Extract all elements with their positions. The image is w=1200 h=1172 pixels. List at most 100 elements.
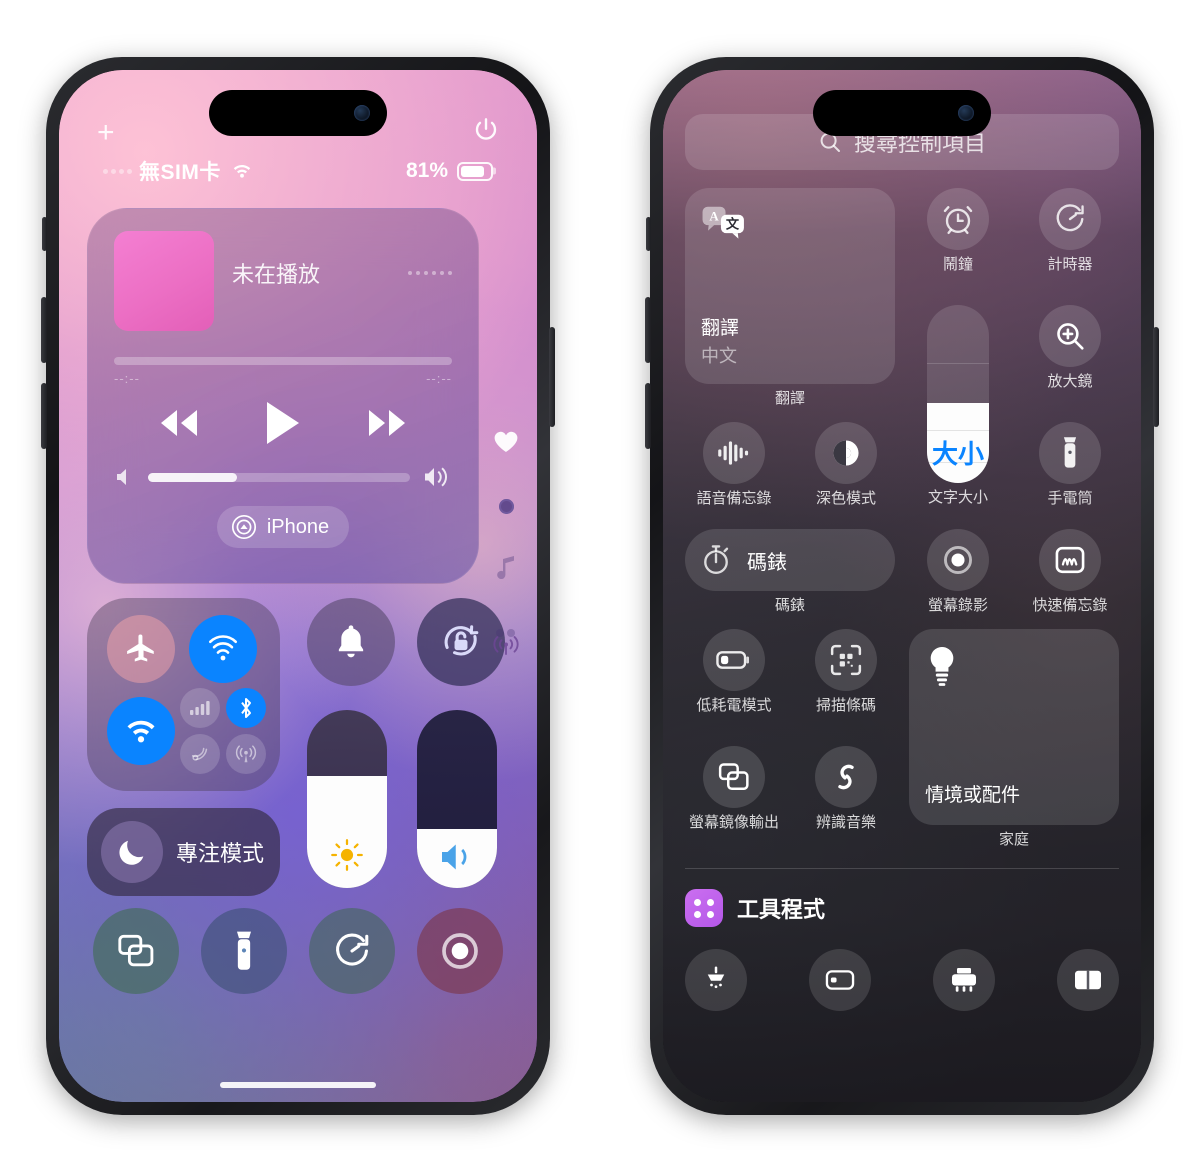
fast-forward-icon[interactable] xyxy=(360,406,414,440)
dynamic-island-right xyxy=(813,90,991,136)
volume-down-button-right[interactable] xyxy=(645,383,651,449)
volume-up-button-right[interactable] xyxy=(645,297,651,363)
media-volume-slider[interactable] xyxy=(114,466,452,488)
front-camera-icon xyxy=(354,105,370,121)
stopwatch-pill[interactable]: 碼錶 xyxy=(685,529,895,592)
timer-icon[interactable] xyxy=(309,908,395,994)
alarm-label: 鬧鐘 xyxy=(942,256,973,273)
album-artwork xyxy=(114,231,214,331)
waveform-icon[interactable] xyxy=(703,421,765,484)
utilities-divider xyxy=(685,868,1119,870)
alarm-clock-icon[interactable] xyxy=(927,188,989,250)
tile-screen-mirroring: 螢幕鏡像輸出 xyxy=(685,745,783,849)
ring-silent-toggle[interactable] xyxy=(307,598,395,686)
screen-mirroring-icon[interactable] xyxy=(93,908,179,994)
shower-icon[interactable] xyxy=(685,949,747,1012)
lightbulb-icon xyxy=(930,646,954,686)
add-control-button[interactable]: + xyxy=(97,118,115,148)
focus-mode-label: 專注模式 xyxy=(176,841,265,866)
tile-home: 情境或配件 家庭 xyxy=(909,628,1119,849)
magnifier-icon[interactable] xyxy=(1039,304,1101,367)
power-icon[interactable] xyxy=(471,115,501,145)
recognize-music-label: 辨識音樂 xyxy=(815,813,876,831)
translate-card[interactable]: A 文 翻譯 中文 xyxy=(685,188,895,384)
side-power-button-right[interactable] xyxy=(1153,327,1159,427)
text-size-slider[interactable]: 大小 xyxy=(927,304,989,483)
screen-record-icon[interactable] xyxy=(927,529,989,592)
extra-page-icon[interactable] xyxy=(495,625,517,646)
connectivity-sub-grid xyxy=(180,688,266,775)
speaker-min-icon xyxy=(117,469,126,485)
battery-percent-label: 81% xyxy=(405,159,448,182)
tile-scan-code: 掃描條碼 xyxy=(797,628,895,732)
shazam-icon[interactable] xyxy=(815,745,877,808)
screen-record-icon[interactable] xyxy=(417,908,503,994)
silent-switch[interactable] xyxy=(42,217,47,251)
timer-icon[interactable] xyxy=(1039,188,1101,250)
flashlight-icon[interactable] xyxy=(201,908,287,994)
remote-icon[interactable] xyxy=(809,949,871,1012)
scrubber-track[interactable] xyxy=(114,357,452,365)
tile-screen-record: 螢幕錄影 xyxy=(909,529,1007,615)
home-indicator[interactable] xyxy=(220,1082,376,1088)
media-volume-track[interactable] xyxy=(148,472,410,482)
scrubber[interactable]: --:-- --:-- xyxy=(114,357,452,386)
volume-slider[interactable] xyxy=(417,710,497,888)
silent-switch-right[interactable] xyxy=(646,217,651,251)
book-icon[interactable] xyxy=(1057,949,1119,1012)
airplane-mode-toggle[interactable] xyxy=(106,614,175,683)
qr-scan-icon[interactable] xyxy=(815,628,877,691)
grid-dots-icon xyxy=(685,889,723,928)
personal-hotspot-icon[interactable] xyxy=(226,734,266,775)
now-playing-card[interactable]: 未在播放 --:-- --:-- iPhone xyxy=(87,208,479,584)
heart-icon[interactable] xyxy=(493,430,519,459)
sun-icon xyxy=(331,839,363,871)
screenshot-stage: + 無SIM卡 81% 未在播放 --:-- --:-- iPhone 專注模式… xyxy=(0,0,1200,1172)
satellite-icon[interactable] xyxy=(180,734,220,775)
play-icon[interactable] xyxy=(264,400,302,446)
brightness-slider[interactable] xyxy=(307,710,387,888)
dark-mode-icon[interactable] xyxy=(815,421,877,484)
home-card[interactable]: 情境或配件 xyxy=(909,628,1119,825)
bluetooth-icon[interactable] xyxy=(226,688,266,729)
more-dots-icon[interactable] xyxy=(408,271,452,275)
text-size-label: 文字大小 xyxy=(927,488,988,506)
flashlight-icon[interactable] xyxy=(1039,421,1101,484)
status-bar: 無SIM卡 81% xyxy=(59,156,537,186)
speaker-icon xyxy=(442,844,467,870)
airdrop-toggle[interactable] xyxy=(189,614,257,683)
cellular-bars-icon[interactable] xyxy=(180,688,220,729)
volume-down-button[interactable] xyxy=(41,383,47,449)
carrier-label: 無SIM卡 xyxy=(139,161,221,184)
wifi-toggle[interactable] xyxy=(106,697,175,766)
tile-timer: 計時器 xyxy=(1021,188,1119,291)
tile-voice-memos: 語音備忘錄 xyxy=(685,421,783,516)
airplay-button[interactable]: iPhone xyxy=(216,506,350,548)
tile-text-size: 大小 文字大小 xyxy=(909,304,1007,516)
focus-mode-button[interactable]: 專注模式 xyxy=(87,808,280,896)
remaining-time: --:-- xyxy=(426,371,452,386)
quick-note-icon[interactable] xyxy=(1039,529,1101,592)
right-phone-screen: 搜尋控制項目 A 文 翻譯 中文 翻譯 鬧鐘 計時器 大小 文字大小 放大鏡 語… xyxy=(663,70,1141,1102)
dynamic-island xyxy=(209,90,387,136)
battery-low-icon[interactable] xyxy=(703,628,765,691)
translate-icon: A 文 xyxy=(702,206,744,239)
now-playing-title: 未在播放 xyxy=(232,262,321,287)
screen-mirroring-icon[interactable] xyxy=(703,745,765,808)
tile-recognize-music: 辨識音樂 xyxy=(797,745,895,849)
utilities-header[interactable]: 工具程式 xyxy=(685,889,1119,928)
side-power-button[interactable] xyxy=(549,327,555,427)
left-phone-device: + 無SIM卡 81% 未在播放 --:-- --:-- iPhone 專注模式 xyxy=(41,57,555,1115)
music-note-icon[interactable] xyxy=(494,554,518,585)
stopwatch-label: 碼錶 xyxy=(774,597,805,615)
status-right-group: 81% xyxy=(406,159,493,183)
stopwatch-pill-label: 碼錶 xyxy=(747,551,787,574)
battery-icon xyxy=(457,161,493,181)
tile-magnifier: 放大鏡 xyxy=(1021,304,1119,408)
page-rail xyxy=(493,430,519,646)
rewind-icon[interactable] xyxy=(152,406,206,440)
signal-dots-icon xyxy=(103,168,132,174)
printer-icon[interactable] xyxy=(933,949,995,1012)
volume-up-button[interactable] xyxy=(41,297,47,363)
dot-icon[interactable] xyxy=(498,499,514,514)
